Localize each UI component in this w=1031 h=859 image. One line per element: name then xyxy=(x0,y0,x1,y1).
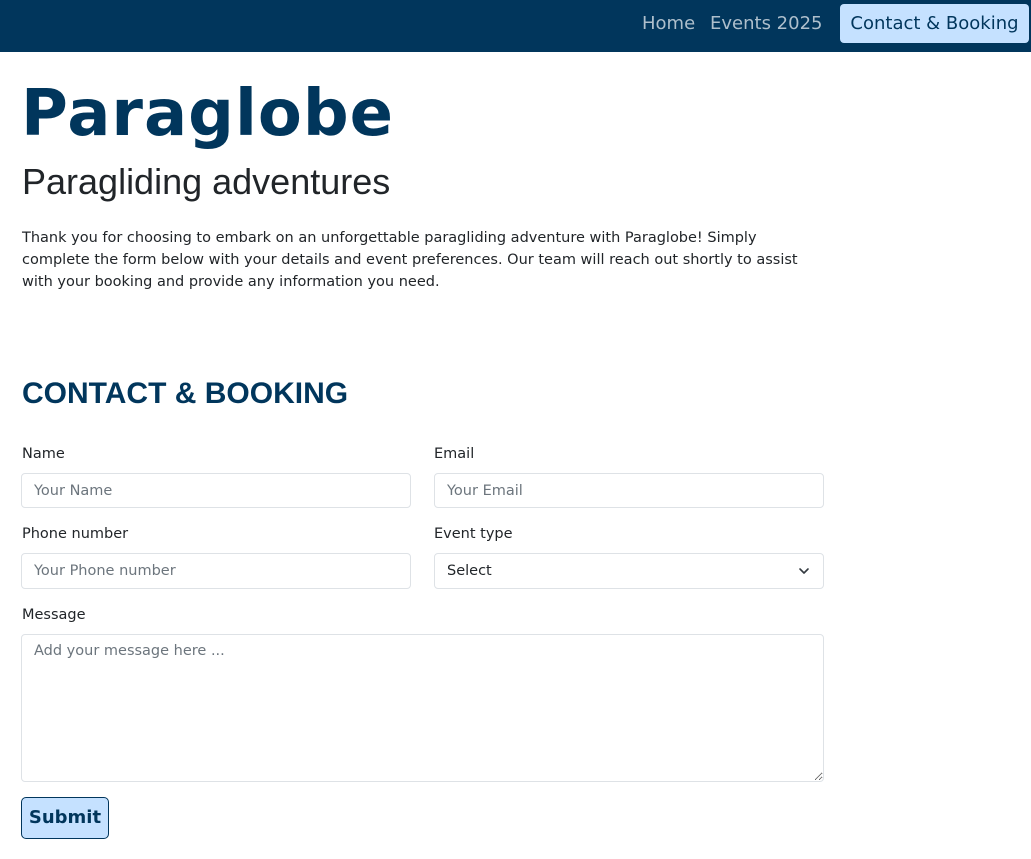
intro-text: Thank you for choosing to embark on an u… xyxy=(22,230,798,290)
chevron-down-icon xyxy=(799,568,809,574)
event-type-selected-value: Select xyxy=(447,563,492,579)
nav-link-events[interactable]: Events 2025 xyxy=(710,12,822,36)
message-label: Message xyxy=(22,607,86,623)
brand-logo: Paraglobe xyxy=(21,77,395,151)
top-navbar: Home Events 2025 Contact & Booking xyxy=(0,0,1031,52)
event-type-select[interactable]: Select xyxy=(434,553,824,589)
name-input[interactable] xyxy=(21,473,411,508)
submit-button[interactable]: Submit xyxy=(21,797,109,839)
nav-link-home[interactable]: Home xyxy=(642,12,695,36)
name-label: Name xyxy=(22,446,65,462)
phone-label: Phone number xyxy=(22,526,129,542)
nav-link-contact-booking[interactable]: Contact & Booking xyxy=(840,4,1029,43)
event-type-label: Event type xyxy=(434,526,513,542)
page-subtitle: Paragliding adventures xyxy=(22,161,391,202)
phone-input[interactable] xyxy=(21,553,411,589)
message-textarea[interactable] xyxy=(21,634,824,782)
email-label: Email xyxy=(434,446,475,462)
section-title: CONTACT & BOOKING xyxy=(22,377,349,410)
email-input[interactable] xyxy=(434,473,824,508)
